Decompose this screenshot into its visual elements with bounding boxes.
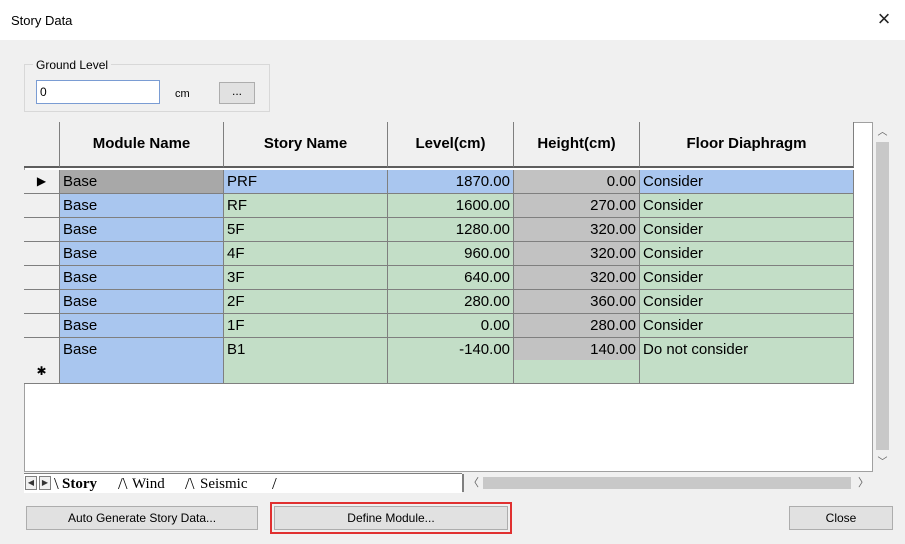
height-cell[interactable]: 280.00 [514, 314, 640, 338]
ground-level-label: Ground Level [33, 58, 112, 72]
table-row[interactable]: Base 3F 640.00 320.00 Consider [24, 266, 854, 290]
new-row-height-cell[interactable] [514, 360, 640, 384]
auto-generate-story-data-button[interactable]: Auto Generate Story Data... [26, 506, 258, 530]
tab-prev-icon[interactable]: ◀ [25, 476, 37, 490]
window-title: Story Data [11, 13, 73, 28]
row-selector[interactable] [24, 314, 60, 338]
row-selector[interactable] [24, 290, 60, 314]
story-name-cell[interactable]: 2F [224, 290, 388, 314]
scroll-right-icon[interactable]: 〉 [855, 474, 872, 492]
vertical-scroll-thumb[interactable] [876, 142, 889, 450]
row-selector[interactable] [24, 242, 60, 266]
height-cell[interactable]: 320.00 [514, 218, 640, 242]
height-cell[interactable]: 140.00 [514, 338, 640, 362]
row-selector[interactable] [24, 218, 60, 242]
tab-next-icon[interactable]: ▶ [39, 476, 51, 490]
height-cell[interactable]: 0.00 [514, 170, 640, 194]
height-cell[interactable]: 320.00 [514, 242, 640, 266]
module-name-cell[interactable]: Base [60, 242, 224, 266]
table-row[interactable]: Base 4F 960.00 320.00 Consider [24, 242, 854, 266]
row-selector[interactable] [24, 338, 60, 362]
row-selector[interactable] [24, 266, 60, 290]
module-name-cell[interactable]: Base [60, 338, 224, 362]
current-row-indicator-icon[interactable]: ▶ [24, 170, 60, 194]
new-row-diaphragm-cell[interactable] [640, 360, 854, 384]
new-row[interactable]: ✱ [24, 360, 854, 384]
new-row-marker-icon: ✱ [24, 360, 60, 384]
table-row[interactable]: Base 5F 1280.00 320.00 Consider [24, 218, 854, 242]
floor-diaphragm-cell[interactable]: Consider [640, 266, 854, 290]
level-cell[interactable]: 640.00 [388, 266, 514, 290]
column-header-module-name[interactable]: Module Name [60, 122, 224, 168]
story-name-cell[interactable]: 1F [224, 314, 388, 338]
story-name-cell[interactable]: 5F [224, 218, 388, 242]
tab-divider: /\ [185, 474, 195, 493]
module-name-cell[interactable]: Base [60, 218, 224, 242]
floor-diaphragm-cell[interactable]: Consider [640, 170, 854, 194]
module-name-cell[interactable]: Base [60, 194, 224, 218]
floor-diaphragm-cell[interactable]: Do not consider [640, 338, 854, 362]
story-name-cell[interactable]: 3F [224, 266, 388, 290]
story-name-cell[interactable]: PRF [224, 170, 388, 194]
height-cell[interactable]: 270.00 [514, 194, 640, 218]
ground-level-browse-button[interactable]: ... [219, 82, 255, 104]
height-cell[interactable]: 320.00 [514, 266, 640, 290]
ground-level-input[interactable] [36, 80, 160, 104]
tab-seismic[interactable]: Seismic [200, 474, 248, 494]
close-button[interactable]: Close [789, 506, 893, 530]
level-cell[interactable]: 280.00 [388, 290, 514, 314]
vertical-scrollbar[interactable]: ︿ ﹀ [874, 122, 891, 472]
close-icon[interactable]: × [873, 8, 895, 30]
scroll-down-icon[interactable]: ﹀ [874, 454, 891, 471]
tab-story[interactable]: Story [62, 474, 97, 494]
new-row-level-cell[interactable] [388, 360, 514, 384]
tab-divider: /\ [118, 474, 128, 493]
new-row-story-cell[interactable] [224, 360, 388, 384]
horizontal-scrollbar[interactable]: 〈 〉 [465, 474, 873, 492]
module-name-cell[interactable]: Base [60, 314, 224, 338]
story-name-cell[interactable]: B1 [224, 338, 388, 362]
grid-corner-header[interactable] [24, 122, 60, 168]
table-row[interactable]: Base RF 1600.00 270.00 Consider [24, 194, 854, 218]
scroll-up-icon[interactable]: ︿ [874, 124, 891, 141]
new-row-module-cell[interactable] [60, 360, 224, 384]
level-cell[interactable]: 1280.00 [388, 218, 514, 242]
floor-diaphragm-cell[interactable]: Consider [640, 242, 854, 266]
level-cell[interactable]: 1870.00 [388, 170, 514, 194]
floor-diaphragm-cell[interactable]: Consider [640, 194, 854, 218]
level-cell[interactable]: 0.00 [388, 314, 514, 338]
level-cell[interactable]: 1600.00 [388, 194, 514, 218]
tab-divider: \ [54, 474, 59, 493]
floor-diaphragm-cell[interactable]: Consider [640, 218, 854, 242]
tab-divider: / [272, 474, 277, 493]
tab-wind[interactable]: Wind [132, 474, 165, 494]
module-name-cell[interactable]: Base [60, 266, 224, 290]
tab-split-handle[interactable] [462, 474, 464, 492]
table-row[interactable]: Base 2F 280.00 360.00 Consider [24, 290, 854, 314]
story-name-cell[interactable]: 4F [224, 242, 388, 266]
define-module-button[interactable]: Define Module... [274, 506, 508, 530]
module-name-cell[interactable]: Base [60, 170, 224, 194]
story-name-cell[interactable]: RF [224, 194, 388, 218]
table-row[interactable]: Base 1F 0.00 280.00 Consider [24, 314, 854, 338]
column-header-floor-diaphragm[interactable]: Floor Diaphragm [640, 122, 854, 168]
column-header-level[interactable]: Level(cm) [388, 122, 514, 168]
table-row[interactable]: ▶ Base PRF 1870.00 0.00 Consider [24, 170, 854, 194]
horizontal-scroll-thumb[interactable] [483, 477, 851, 489]
floor-diaphragm-cell[interactable]: Consider [640, 314, 854, 338]
floor-diaphragm-cell[interactable]: Consider [640, 290, 854, 314]
table-row[interactable]: Base B1 -140.00 140.00 Do not consider [24, 338, 854, 362]
level-cell[interactable]: -140.00 [388, 338, 514, 362]
module-name-cell[interactable]: Base [60, 290, 224, 314]
column-header-height[interactable]: Height(cm) [514, 122, 640, 168]
ground-level-unit: cm [175, 88, 190, 100]
height-cell[interactable]: 360.00 [514, 290, 640, 314]
row-selector[interactable] [24, 194, 60, 218]
title-bar: Story Data × [0, 0, 905, 40]
column-header-story-name[interactable]: Story Name [224, 122, 388, 168]
level-cell[interactable]: 960.00 [388, 242, 514, 266]
scroll-left-icon[interactable]: 〈 [465, 474, 482, 492]
